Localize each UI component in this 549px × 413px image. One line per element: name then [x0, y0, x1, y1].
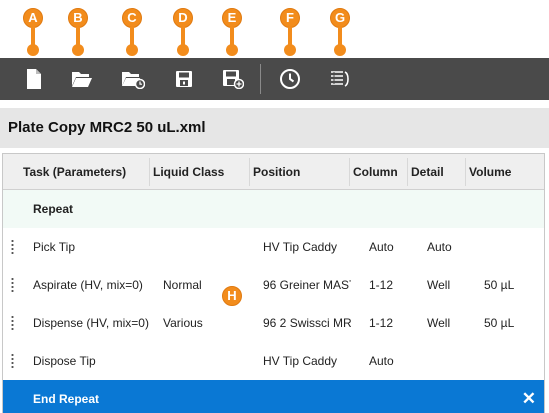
save-as-icon — [223, 70, 244, 89]
save-as-button[interactable] — [219, 66, 247, 92]
task-grid: Task (Parameters) Liquid Class Position … — [2, 153, 545, 413]
column-cell: 1-12 — [369, 278, 394, 292]
callout-d: D — [173, 0, 193, 56]
volume-cell: 50 µL — [484, 316, 515, 330]
clock-icon — [280, 69, 300, 89]
column-header-volume[interactable]: Volume — [465, 154, 535, 190]
new-file-button[interactable] — [20, 66, 48, 92]
callout-e: E — [222, 0, 242, 56]
task-cell: Dispose Tip — [33, 354, 96, 368]
column-header-liquid-class[interactable]: Liquid Class — [149, 154, 249, 190]
liquid-class-cell: Normal — [163, 278, 202, 292]
table-row[interactable]: Pick Tip HV Tip Caddy Auto Auto — [3, 228, 544, 266]
table-row[interactable]: Aspirate (HV, mix=0) Normal 96 Greiner M… — [3, 266, 544, 304]
task-list-icon — [331, 71, 349, 87]
callout-h: H — [222, 286, 242, 306]
column-cell: Auto — [369, 240, 394, 254]
open-recent-button[interactable] — [119, 66, 147, 92]
save-icon — [176, 71, 192, 87]
file-title: Plate Copy MRC2 50 uL.xml — [0, 108, 549, 148]
callout-a: A — [23, 0, 43, 56]
open-folder-button[interactable] — [68, 66, 96, 92]
close-icon[interactable]: ✕ — [522, 380, 536, 413]
liquid-class-cell: Various — [163, 316, 203, 330]
column-header-position[interactable]: Position — [249, 154, 349, 190]
task-cell: Repeat — [33, 202, 74, 216]
position-cell: HV Tip Caddy — [263, 354, 338, 368]
column-cell: 1-12 — [369, 316, 394, 330]
callout-f: F — [280, 0, 300, 56]
detail-cell: Well — [427, 278, 451, 292]
task-cell: Dispense (HV, mix=0) — [33, 316, 149, 330]
detail-cell: Well — [427, 316, 451, 330]
task-cell: Aspirate (HV, mix=0) — [33, 278, 143, 292]
grid-header: Task (Parameters) Liquid Class Position … — [3, 154, 544, 190]
toolbar-separator — [260, 64, 261, 94]
column-header-task[interactable]: Task (Parameters) — [19, 154, 149, 190]
save-button[interactable] — [170, 66, 198, 92]
task-cell: End Repeat — [33, 392, 100, 406]
task-cell: Pick Tip — [33, 240, 76, 254]
table-row-end-repeat[interactable]: End Repeat ✕ — [3, 380, 544, 413]
detail-cell: Auto — [427, 240, 452, 254]
drag-handle-icon[interactable] — [11, 277, 14, 293]
new-file-icon — [27, 69, 41, 89]
history-button[interactable] — [276, 66, 304, 92]
position-cell: HV Tip Caddy — [263, 240, 338, 254]
task-list-button[interactable] — [326, 66, 354, 92]
drag-handle-icon[interactable] — [11, 239, 14, 255]
table-row[interactable]: Dispose Tip HV Tip Caddy Auto — [3, 342, 544, 380]
table-row-repeat[interactable]: Repeat — [3, 190, 544, 228]
callout-c: C — [122, 0, 142, 56]
position-cell: 96 Greiner MAST — [263, 278, 351, 292]
callout-g: G — [330, 0, 350, 56]
open-folder-icon — [72, 72, 92, 87]
drag-handle-icon[interactable] — [11, 353, 14, 369]
toolbar — [0, 58, 549, 100]
position-cell: 96 2 Swissci MRC — [263, 316, 351, 330]
recent-folder-icon — [122, 72, 145, 89]
drag-handle-icon[interactable] — [11, 315, 14, 331]
volume-cell: 50 µL — [484, 278, 515, 292]
column-cell: Auto — [369, 354, 394, 368]
column-header-column[interactable]: Column — [349, 154, 407, 190]
callout-b: B — [68, 0, 88, 56]
column-header-detail[interactable]: Detail — [407, 154, 465, 190]
table-row[interactable]: Dispense (HV, mix=0) Various 96 2 Swissc… — [3, 304, 544, 342]
